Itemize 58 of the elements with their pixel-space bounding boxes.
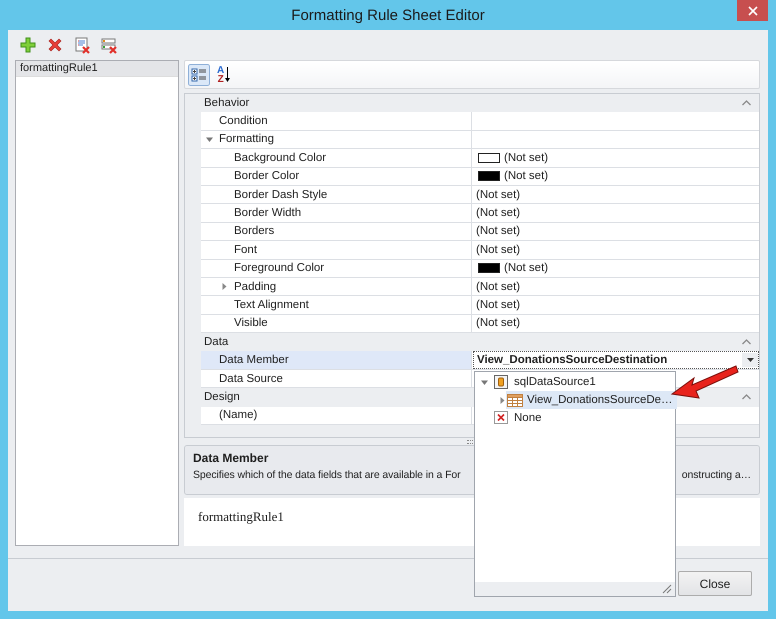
table-icon	[507, 393, 523, 407]
tree-item[interactable]: View_DonationsSourceDe…	[506, 391, 677, 409]
preview-text: formattingRule1	[198, 509, 284, 524]
tree-item[interactable]: sqlDataSource1	[493, 373, 600, 391]
sort-button[interactable]: A Z	[214, 64, 234, 86]
collapse-icon[interactable]	[742, 100, 751, 106]
property-value: (Not set)	[504, 170, 548, 182]
description-text: onstructing a…	[682, 469, 751, 481]
window-title: Formatting Rule Sheet Editor	[291, 6, 485, 24]
property-value: (Not set)	[476, 244, 520, 256]
list-delete-icon[interactable]	[101, 36, 117, 54]
category-header[interactable]: Data	[204, 336, 228, 348]
property-name[interactable]: Border Dash Style	[201, 186, 472, 204]
dropdown-field[interactable]: View_DonationsSourceDestination	[473, 351, 759, 370]
category-header[interactable]: Behavior	[204, 97, 250, 110]
expand-icon[interactable]	[499, 396, 506, 404]
plus-icon[interactable]	[20, 36, 36, 54]
categorized-button[interactable]	[188, 64, 210, 86]
property-name[interactable]: Text Alignment	[201, 296, 472, 314]
property-value: (Not set)	[504, 152, 548, 164]
close-button[interactable]	[737, 0, 768, 21]
property-name[interactable]: Borders	[201, 222, 472, 240]
tree-item[interactable]: None	[493, 409, 546, 427]
collapse-icon[interactable]	[742, 394, 751, 400]
property-name[interactable]: Data Member	[201, 351, 472, 369]
collapse-icon[interactable]	[742, 339, 751, 346]
property-value: (Not set)	[476, 225, 520, 238]
dropdown-arrow-icon[interactable]	[746, 358, 754, 362]
close-button[interactable]: Close	[678, 571, 752, 596]
property-name[interactable]: Font	[201, 241, 472, 259]
down-arrow-icon	[225, 66, 230, 82]
property-name[interactable]: Data Source	[201, 370, 472, 388]
property-value: (Not set)	[476, 207, 520, 220]
resize-grip-icon[interactable]	[662, 584, 672, 594]
property-name[interactable]: Border Color	[201, 168, 472, 185]
category-header[interactable]: Design	[204, 391, 240, 404]
property-value: (Not set)	[476, 188, 520, 201]
delete-icon[interactable]	[47, 36, 63, 54]
expand-icon[interactable]	[221, 283, 228, 290]
description-text: Specifies which of the data fields that are available in a For	[193, 469, 461, 481]
close-icon	[748, 6, 758, 16]
property-value: (Not set)	[476, 317, 520, 330]
property-name[interactable]: Foreground Color	[201, 260, 472, 277]
collapse-icon[interactable]	[481, 378, 488, 386]
document-delete-icon[interactable]	[74, 36, 90, 54]
rule-item[interactable]: formattingRule1	[16, 61, 178, 77]
property-name[interactable]: (Name)	[201, 406, 472, 424]
delete-icon	[494, 411, 510, 425]
property-value: (Not set)	[504, 262, 548, 274]
description-title: Data Member	[193, 451, 270, 467]
property-name[interactable]: Background Color	[201, 149, 472, 167]
property-value: (Not set)	[476, 298, 520, 311]
property-value: (Not set)	[476, 280, 520, 293]
collapse-icon[interactable]	[206, 136, 213, 143]
property-name[interactable]: Border Width	[201, 204, 472, 222]
database-icon	[494, 375, 510, 389]
property-name[interactable]: Visible	[201, 314, 472, 332]
property-name[interactable]: Padding	[201, 278, 472, 296]
